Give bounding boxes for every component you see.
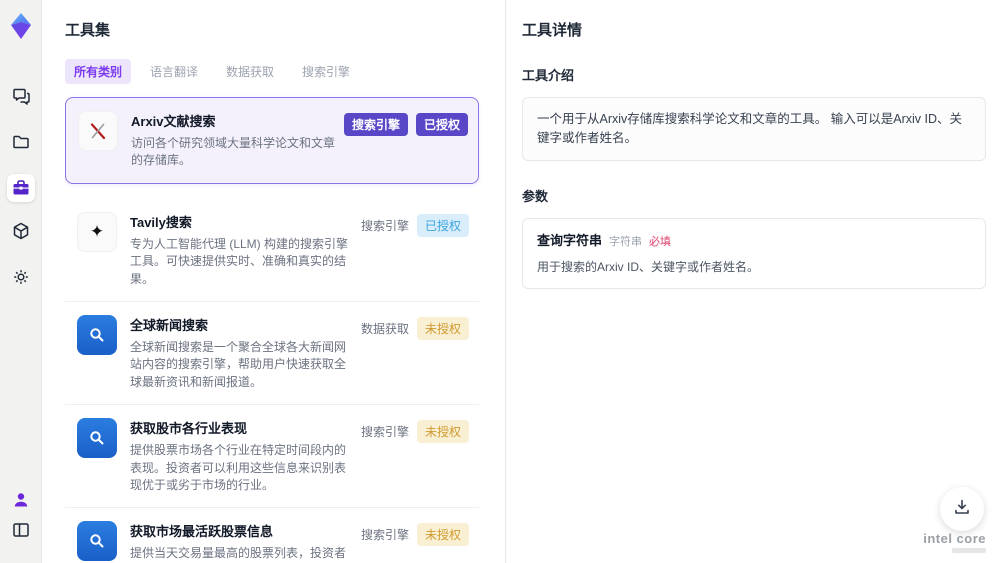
category-label: 搜索引擎 — [360, 425, 409, 440]
sidebar-item-files[interactable] — [7, 128, 35, 156]
download-icon — [952, 497, 972, 522]
param-type: 字符串 — [609, 235, 643, 248]
cube-icon — [11, 221, 31, 241]
auth-status-badge: 未授权 — [416, 316, 469, 340]
tab-search-engine[interactable]: 搜索引擎 — [293, 59, 359, 84]
param-description: 用于搜索的Arxiv ID、关键字或作者姓名。 — [537, 260, 760, 274]
tool-name: Arxiv文献搜索 — [131, 114, 216, 129]
auth-status-badge: 已授权 — [416, 213, 469, 237]
panel-divider — [505, 0, 506, 563]
intel-core-logo: intel core — [923, 531, 986, 553]
chat-icon — [11, 86, 31, 106]
sidebar-item-settings[interactable] — [7, 263, 35, 291]
category-badge: 搜索引擎 — [343, 113, 408, 136]
intro-box: 一个用于从Arxiv存储库搜索科学论文和文章的工具。 输入可以是Arxiv ID… — [522, 97, 986, 161]
sidebar-item-account[interactable] — [7, 486, 35, 514]
tool-card-active-stocks[interactable]: 获取市场最活跃股票信息 提供当天交易量最高的股票列表，投资者可以利用这些信息来识… — [65, 508, 479, 563]
main-area: 工具集 所有类别 语言翻译 数据获取 搜索引擎 Arxiv文献搜索 访问各个研究… — [42, 0, 1000, 563]
tool-description: 全球新闻搜索是一个聚合全球各大新闻网站内容的搜索引擎，帮助用户快速获取全球最新资… — [130, 339, 347, 389]
brand-text: intel core — [923, 531, 986, 546]
toolbox-icon — [11, 178, 31, 198]
intro-heading: 工具介绍 — [522, 68, 575, 83]
sidebar-item-tools[interactable] — [7, 174, 35, 202]
tool-description: 提供当天交易量最高的股票列表，投资者可以利用这些信息来识别流动性强的股票和潜在的… — [130, 546, 347, 561]
tool-name: 获取市场最活跃股票信息 — [130, 524, 274, 540]
sidebar-item-models[interactable] — [7, 217, 35, 245]
gear-icon — [11, 267, 31, 287]
auth-status-badge: 未授权 — [416, 523, 469, 547]
category-label: 搜索引擎 — [360, 528, 409, 543]
tab-all-categories[interactable]: 所有类别 — [65, 59, 132, 84]
user-icon — [11, 490, 31, 510]
detail-title: 工具详情 — [522, 22, 583, 39]
auth-status-badge: 已授权 — [415, 113, 468, 136]
blue-search-icon — [77, 521, 117, 562]
sidebar-item-chat[interactable] — [7, 82, 35, 110]
tool-list-pane: 工具集 所有类别 语言翻译 数据获取 搜索引擎 Arxiv文献搜索 访问各个研究… — [65, 0, 497, 563]
blue-search-icon — [77, 418, 117, 459]
param-required-flag: 必填 — [649, 235, 672, 248]
params-heading: 参数 — [522, 188, 549, 204]
tab-data-acquisition[interactable]: 数据获取 — [217, 59, 283, 84]
tool-card-arxiv[interactable]: Arxiv文献搜索 访问各个研究领域大量科学论文和文章的存储库。 搜索引擎 已授… — [65, 97, 479, 184]
download-button[interactable] — [940, 487, 984, 531]
tool-card-global-news[interactable]: 全球新闻搜索 全球新闻搜索是一个聚合全球各大新闻网站内容的搜索引擎，帮助用户快速… — [65, 301, 479, 406]
blue-search-icon — [77, 314, 117, 355]
tool-detail-pane: 工具详情 工具介绍 一个用于从Arxiv存储库搜索科学论文和文章的工具。 输入可… — [522, 0, 986, 289]
parameter-card: 查询字符串 字符串 必填 用于搜索的Arxiv ID、关键字或作者姓名。 — [522, 217, 986, 289]
category-tabs: 所有类别 语言翻译 数据获取 搜索引擎 — [65, 59, 497, 84]
tool-description: 访问各个研究领域大量科学论文和文章的存储库。 — [131, 136, 336, 168]
tab-language-translation[interactable]: 语言翻译 — [141, 59, 207, 84]
panel-toggle-icon — [11, 520, 31, 540]
tool-card-list: Arxiv文献搜索 访问各个研究领域大量科学论文和文章的存储库。 搜索引擎 已授… — [65, 97, 479, 563]
category-label: 数据获取 — [360, 321, 409, 336]
tool-card-sector-performance[interactable]: 获取股市各行业表现 提供股票市场各个行业在特定时间段内的表现。投资者可以利用这些… — [65, 405, 479, 509]
brand-subline — [952, 548, 986, 553]
tool-description: 提供股票市场各个行业在特定时间段内的表现。投资者可以利用这些信息来识别表现优于或… — [130, 443, 347, 492]
tool-description: 专为人工智能代理 (LLM) 构建的搜索引擎工具。可快速提供实时、准确和真实的结… — [130, 236, 349, 286]
arxiv-logo — [78, 111, 118, 151]
param-name: 查询字符串 — [537, 232, 603, 248]
tool-card-tavily[interactable]: ✦ Tavily搜索 专为人工智能代理 (LLM) 构建的搜索引擎工具。可快速提… — [65, 198, 479, 302]
tool-name: 全球新闻搜索 — [130, 317, 209, 333]
sidebar-item-collapse[interactable] — [7, 516, 35, 544]
auth-status-badge: 未授权 — [416, 420, 469, 444]
sparkle-icon: ✦ — [77, 211, 117, 252]
page-title: 工具集 — [65, 22, 111, 39]
folder-icon — [11, 132, 31, 152]
tool-name: 获取股市各行业表现 — [130, 421, 248, 437]
sidebar-rail — [0, 0, 42, 563]
tool-name: Tavily搜索 — [130, 214, 192, 230]
category-label: 搜索引擎 — [360, 218, 409, 233]
app-logo — [8, 12, 34, 40]
